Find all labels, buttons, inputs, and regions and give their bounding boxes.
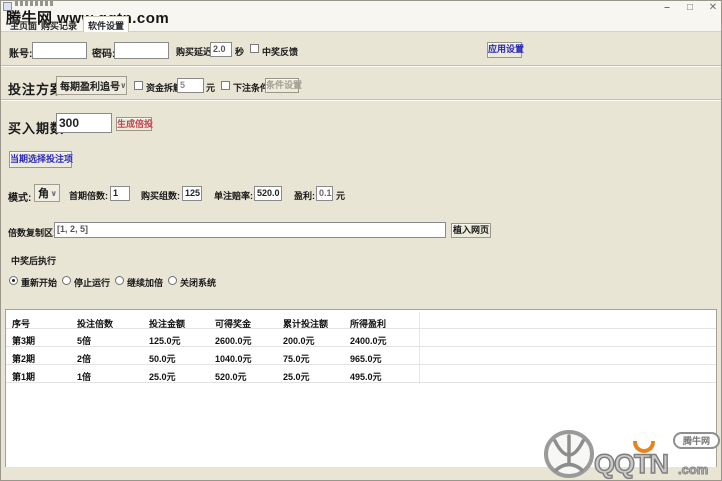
account-input[interactable] <box>32 42 87 59</box>
delay-input[interactable]: 2.0 <box>210 42 232 57</box>
qqtn-logo-watermark: QQTN .com 腾牛网 <box>541 428 722 481</box>
generate-multiplier-button[interactable]: 生成倍投 <box>116 117 152 131</box>
mode-selected-value: 角 <box>38 185 49 201</box>
groups-input[interactable]: 125 <box>182 186 202 201</box>
profit-label: 盈利: <box>294 189 315 202</box>
radio-continue-double[interactable] <box>115 276 124 285</box>
condition-settings-button[interactable]: 条件设置 <box>265 78 299 93</box>
radio-restart[interactable] <box>9 276 18 285</box>
radio-stop[interactable] <box>62 276 71 285</box>
separator <box>1 65 722 67</box>
separator <box>1 99 722 101</box>
qqtn-logo-text: QQTN <box>594 449 668 480</box>
groups-label: 购买组数: <box>141 189 180 202</box>
table-column-divider <box>419 312 420 384</box>
tab-main[interactable]: 主页面 <box>6 17 41 32</box>
account-label: 账号: <box>9 45 32 60</box>
fund-split-checkbox[interactable] <box>134 81 143 90</box>
bet-condition-checkbox[interactable] <box>221 81 230 90</box>
fund-split-input[interactable]: 5 <box>177 78 204 93</box>
mode-select[interactable]: 角 ∨ <box>34 184 60 202</box>
password-label: 密码: <box>92 45 115 60</box>
bull-logo-icon <box>541 428 597 481</box>
chevron-down-icon: ∨ <box>51 189 58 198</box>
radio-restart-label: 重新开始 <box>21 276 57 289</box>
minimize-button[interactable]: – <box>661 2 673 13</box>
qqtn-speech-bubble: 腾牛网 <box>673 432 720 449</box>
fund-split-unit: 元 <box>206 81 215 94</box>
win-feedback-checkbox[interactable] <box>250 44 259 53</box>
tab-records[interactable]: 购买记录 <box>37 17 81 32</box>
password-input[interactable] <box>114 42 169 59</box>
radio-shutdown[interactable] <box>168 276 177 285</box>
odds-input[interactable]: 520.0 <box>254 186 282 201</box>
tab-settings[interactable]: 软件设置 <box>83 16 129 32</box>
profit-unit-label: 元 <box>336 189 345 202</box>
plan-select[interactable]: 每期盈利追号 ∨ <box>56 76 127 95</box>
close-button[interactable]: ✕ <box>707 2 719 13</box>
title-tab-band: 腾牛网 www.qqtn.com – □ ✕ 主页面 购买记录 软件设置 <box>1 1 722 32</box>
apply-settings-button[interactable]: 应用设置 <box>487 42 522 58</box>
first-multiple-input[interactable]: 1 <box>110 186 130 201</box>
qqtn-logo-suffix: .com <box>678 462 708 477</box>
bet-condition-label: 下注条件 <box>233 81 269 94</box>
after-win-title: 中奖后执行 <box>11 254 56 267</box>
radio-selected-dot <box>12 279 15 282</box>
clipped-window-title <box>15 1 53 6</box>
profit-input[interactable]: 0.1 <box>316 186 333 201</box>
first-multiple-label: 首期倍数: <box>69 189 108 202</box>
buy-periods-input[interactable]: 300 <box>56 113 112 133</box>
delay-unit-label: 秒 <box>235 45 244 58</box>
maximize-button[interactable]: □ <box>684 2 696 13</box>
radio-stop-label: 停止运行 <box>74 276 110 289</box>
plan-selected-value: 每期盈利追号 <box>60 78 120 93</box>
copy-area-input[interactable]: [1, 2, 5] <box>54 222 446 238</box>
mode-label: 模式: <box>8 189 31 204</box>
copy-area-label: 倍数复制区: <box>8 226 56 239</box>
app-window: 腾牛网 www.qqtn.com – □ ✕ 主页面 购买记录 软件设置 账号:… <box>0 0 722 481</box>
select-bet-items-button[interactable]: 当期选择投注项 <box>9 151 72 168</box>
radio-shutdown-label: 关闭系统 <box>180 276 216 289</box>
odds-label: 单注赔率: <box>214 189 253 202</box>
radio-continue-double-label: 继续加倍 <box>127 276 163 289</box>
implant-webpage-button[interactable]: 植入网页 <box>451 223 491 238</box>
win-feedback-label: 中奖反馈 <box>262 45 298 58</box>
chevron-down-icon: ∨ <box>120 81 127 90</box>
